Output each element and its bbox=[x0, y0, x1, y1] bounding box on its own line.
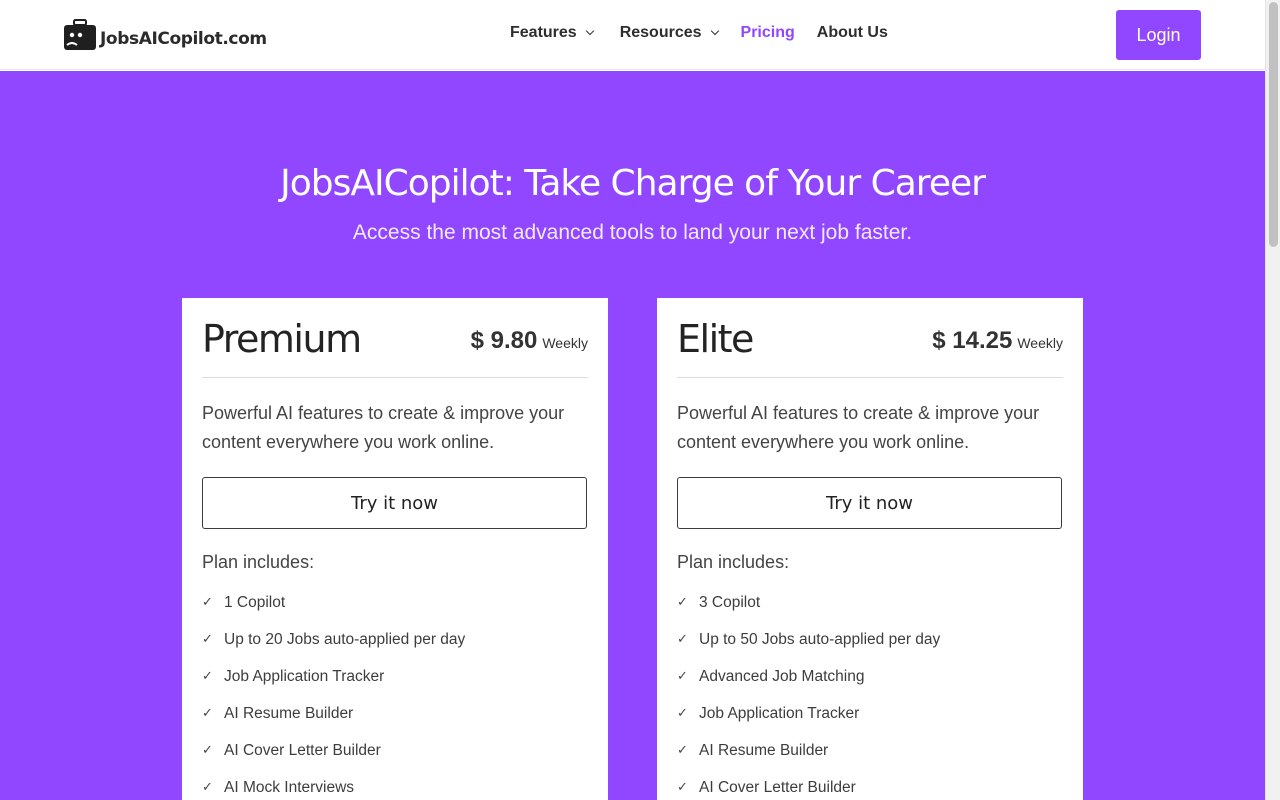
feature-item: ✓ AI Resume Builder bbox=[202, 695, 465, 732]
briefcase-robot-icon bbox=[64, 19, 96, 50]
plan-card-premium: Premium $ 9.80 Weekly Powerful AI featur… bbox=[182, 298, 608, 800]
feature-text: Up to 50 Jobs auto-applied per day bbox=[699, 630, 941, 648]
feature-text: Advanced Job Matching bbox=[699, 667, 865, 685]
feature-item: ✓ Job Application Tracker bbox=[677, 695, 940, 732]
check-icon: ✓ bbox=[677, 706, 688, 721]
plan-includes-label: Plan includes: bbox=[202, 552, 315, 572]
feature-item: ✓ Advanced Job Matching bbox=[677, 658, 940, 695]
check-icon: ✓ bbox=[202, 669, 213, 684]
feature-item: ✓ 1 Copilot bbox=[202, 584, 465, 621]
divider bbox=[677, 377, 1063, 378]
main-nav: Features Resources Pricing About Us bbox=[510, 24, 888, 42]
feature-text: AI Cover Letter Builder bbox=[699, 778, 856, 796]
nav-about-us[interactable]: About Us bbox=[817, 24, 888, 42]
check-icon: ✓ bbox=[202, 632, 213, 647]
divider bbox=[202, 377, 588, 378]
check-icon: ✓ bbox=[677, 743, 688, 758]
feature-item: ✓ 3 Copilot bbox=[677, 584, 940, 621]
nav-features[interactable]: Features bbox=[510, 24, 594, 42]
plan-includes-label: Plan includes: bbox=[677, 552, 790, 572]
feature-item: ✓ AI Resume Builder bbox=[677, 732, 940, 769]
check-icon: ✓ bbox=[677, 595, 688, 610]
feature-text: 1 Copilot bbox=[224, 593, 286, 611]
feature-text: 3 Copilot bbox=[699, 593, 761, 611]
feature-text: AI Mock Interviews bbox=[224, 778, 355, 796]
feature-list: ✓ 1 Copilot ✓ Up to 20 Jobs auto-applied p… bbox=[202, 584, 465, 800]
plan-description: Powerful AI features to create & improve… bbox=[677, 403, 1040, 452]
feature-list: ✓ 3 Copilot ✓ Up to 50 Jobs auto-applied p… bbox=[677, 584, 940, 800]
price-period: Weekly bbox=[1017, 335, 1063, 351]
price-period: Weekly bbox=[542, 335, 588, 351]
check-icon: ✓ bbox=[677, 632, 688, 647]
plan-price: $ 9.80 Weekly bbox=[471, 327, 588, 355]
check-icon: ✓ bbox=[202, 780, 213, 795]
try-it-now-button[interactable]: Try it now bbox=[677, 477, 1062, 529]
plan-description: Powerful AI features to create & improve… bbox=[202, 403, 565, 452]
nav-resources[interactable]: Resources bbox=[619, 24, 719, 42]
logo-link[interactable]: JobsAICopilot.com bbox=[63, 19, 267, 51]
nav-pricing-label: Pricing bbox=[740, 24, 795, 41]
feature-text: Job Application Tracker bbox=[699, 704, 860, 722]
check-icon: ✓ bbox=[202, 743, 213, 758]
price-amount: $ 9.80 bbox=[470, 327, 538, 354]
hero-title: JobsAICopilot: Take Charge of Your Caree… bbox=[280, 163, 986, 204]
plan-price: $ 14.25 Weekly bbox=[932, 327, 1063, 355]
chevron-down-icon bbox=[710, 26, 719, 36]
logo-text: JobsAICopilot.com bbox=[100, 28, 267, 49]
plan-card-elite: Elite $ 14.25 Weekly Powerful AI feature… bbox=[657, 298, 1083, 800]
nav-resources-label: Resources bbox=[619, 24, 702, 41]
feature-text: Job Application Tracker bbox=[224, 667, 385, 685]
check-icon: ✓ bbox=[202, 706, 213, 721]
hero-subtitle: Access the most advanced tools to land y… bbox=[352, 221, 913, 244]
chevron-down-icon bbox=[585, 26, 594, 36]
plan-name: Premium bbox=[202, 317, 362, 361]
feature-text: Up to 20 Jobs auto-applied per day bbox=[224, 630, 466, 648]
check-icon: ✓ bbox=[677, 669, 688, 684]
pricing-hero: JobsAICopilot: Take Charge of Your Caree… bbox=[0, 71, 1265, 800]
plan-name: Elite bbox=[677, 317, 754, 361]
feature-item: ✓ AI Mock Interviews bbox=[202, 769, 465, 800]
page-scrollbar[interactable] bbox=[1265, 0, 1280, 800]
check-icon: ✓ bbox=[677, 780, 688, 795]
feature-item: ✓ Job Application Tracker bbox=[202, 658, 465, 695]
price-amount: $ 14.25 bbox=[932, 327, 1013, 354]
feature-item: ✓ Up to 20 Jobs auto-applied per day bbox=[202, 621, 465, 658]
nav-pricing[interactable]: Pricing bbox=[741, 24, 795, 42]
feature-item: ✓ Up to 50 Jobs auto-applied per day bbox=[677, 621, 940, 658]
feature-text: AI Resume Builder bbox=[699, 741, 829, 759]
login-button[interactable]: Login bbox=[1116, 10, 1201, 60]
feature-item: ✓ AI Cover Letter Builder bbox=[202, 732, 465, 769]
feature-text: AI Resume Builder bbox=[224, 704, 354, 722]
nav-features-label: Features bbox=[510, 24, 577, 41]
navbar: JobsAICopilot.com Features Resources Pri… bbox=[0, 0, 1265, 70]
scrollbar-thumb[interactable] bbox=[1269, 2, 1278, 247]
nav-about-label: About Us bbox=[816, 24, 888, 41]
check-icon: ✓ bbox=[202, 595, 213, 610]
feature-text: AI Cover Letter Builder bbox=[224, 741, 381, 759]
feature-item: ✓ AI Cover Letter Builder bbox=[677, 769, 940, 800]
try-it-now-button[interactable]: Try it now bbox=[202, 477, 587, 529]
